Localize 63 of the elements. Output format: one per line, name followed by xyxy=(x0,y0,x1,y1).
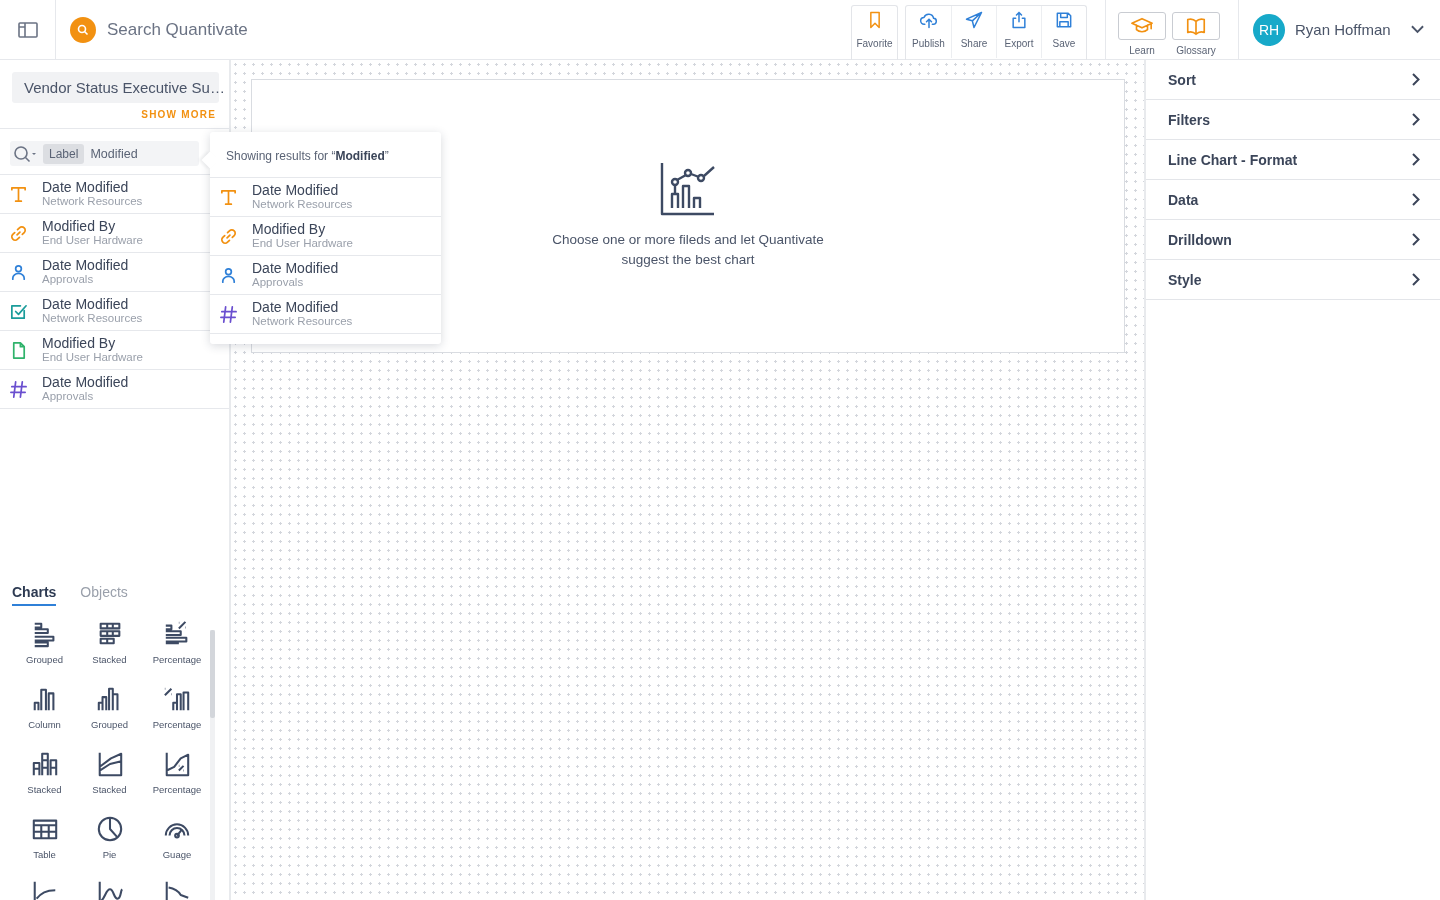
hash-icon xyxy=(9,379,28,399)
result-item[interactable]: Modified By End User Hardware xyxy=(210,217,441,256)
pie-chart-icon xyxy=(95,815,124,843)
chart-type-label[interactable]: Column xyxy=(28,719,61,730)
toolbar-button[interactable]: Publish xyxy=(906,5,951,58)
field-item[interactable]: Date Modified Approvals xyxy=(0,370,229,409)
toolbar-button[interactable]: Share xyxy=(951,5,996,58)
property-section[interactable]: Drilldown xyxy=(1146,220,1440,260)
results-heading: Showing results for “Modified” xyxy=(210,132,441,178)
search-icon xyxy=(70,16,96,43)
property-section[interactable]: Sort xyxy=(1146,60,1440,100)
search-value: Modified xyxy=(90,146,138,161)
chart-type-label[interactable]: Pie xyxy=(102,849,117,860)
chart-type-label[interactable]: Table xyxy=(33,849,56,860)
chart-type-label[interactable]: Grouped xyxy=(26,654,63,665)
percentage-area-chart-icon xyxy=(163,750,191,778)
chevron-right-icon xyxy=(1412,233,1420,246)
chart-type-label[interactable]: Percentage xyxy=(152,784,202,795)
chevron-right-icon xyxy=(1412,113,1420,126)
user-avatar: RH xyxy=(1253,13,1285,46)
chart-icon xyxy=(660,162,716,216)
person-icon xyxy=(219,265,238,285)
empty-state-message: Choose one or more fileds and let Quantivate suggest the best chart xyxy=(551,231,825,269)
line-chart-icon xyxy=(163,880,191,900)
percentage-column-chart-icon xyxy=(163,685,191,713)
property-section[interactable]: Style xyxy=(1146,260,1440,300)
chart-type-label[interactable]: Stacked xyxy=(92,784,127,795)
chevron-down-icon[interactable] xyxy=(1411,25,1424,34)
sidebar-toggle-icon[interactable] xyxy=(17,21,38,38)
link-icon xyxy=(219,226,238,246)
result-item[interactable]: Date Modified Network Resources xyxy=(210,178,441,217)
chart-type-label[interactable]: Grouped xyxy=(91,719,128,730)
property-section[interactable]: Line Chart - Format xyxy=(1146,140,1440,180)
text-type-icon xyxy=(219,187,238,207)
link-icon xyxy=(9,223,28,243)
hash-icon xyxy=(219,304,238,324)
text-type-icon xyxy=(9,184,28,204)
toolbar-button[interactable]: Save xyxy=(1041,5,1086,58)
user-name: Ryan Hoffman xyxy=(1295,21,1391,38)
result-item[interactable]: Date Modified Approvals xyxy=(210,256,441,295)
person-icon xyxy=(9,262,28,282)
property-section[interactable]: Data xyxy=(1146,180,1440,220)
chevron-right-icon xyxy=(1412,153,1420,166)
stacked-column-chart-icon xyxy=(30,750,59,778)
field-search-input[interactable]: Label Modified xyxy=(10,141,199,166)
chart-type-label[interactable]: Percentage xyxy=(152,719,202,730)
paper-plane-icon xyxy=(964,9,984,30)
chevron-right-icon xyxy=(1412,73,1420,86)
toolbar-button[interactable]: Favorite xyxy=(852,5,897,58)
panel-tab[interactable]: Charts xyxy=(12,584,57,606)
share-out-icon xyxy=(1009,9,1029,30)
search-icon xyxy=(13,144,37,163)
chevron-right-icon xyxy=(1412,273,1420,286)
chevron-right-icon xyxy=(1412,193,1420,206)
filter-chip[interactable]: Label xyxy=(43,143,85,164)
chart-type-label[interactable]: Percentage xyxy=(152,654,202,665)
toolbar-button[interactable]: Export xyxy=(996,5,1041,58)
chart-type-label[interactable]: Guage xyxy=(162,849,192,860)
property-section[interactable]: Filters xyxy=(1146,100,1440,140)
result-item[interactable]: Date Modified Network Resources xyxy=(210,295,441,334)
chart-type-label[interactable]: Stacked xyxy=(92,654,127,665)
chart-type-label[interactable]: Stacked xyxy=(27,784,62,795)
scrollbar[interactable] xyxy=(210,630,215,900)
